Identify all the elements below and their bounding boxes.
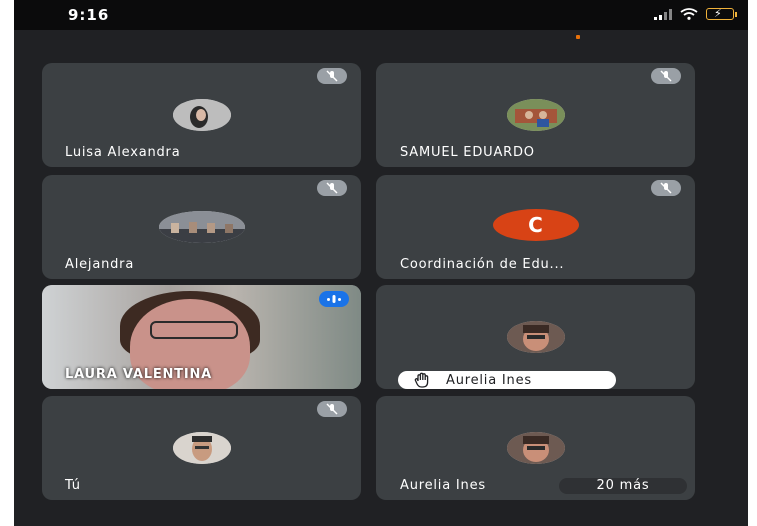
charging-icon: ⚡ [714, 7, 722, 20]
mic-off-icon [651, 68, 681, 84]
speaking-indicator-icon [319, 291, 349, 307]
participant-tile-overflow[interactable]: Aurelia Ines 20 más [376, 396, 695, 500]
participant-tile[interactable]: SAMUEL EDUARDO [376, 63, 695, 167]
participant-tile[interactable]: Alejandra [42, 175, 361, 279]
raised-hand-icon [414, 372, 434, 388]
camera-indicator-icon [576, 35, 580, 39]
battery-icon: ⚡ [706, 7, 737, 20]
participant-tile-self[interactable]: Tú [42, 396, 361, 500]
status-bar: 9:16 ⚡ [14, 0, 748, 30]
avatar [158, 211, 245, 243]
wifi-icon [680, 8, 698, 20]
participant-name: LAURA VALENTINA [65, 367, 213, 382]
participant-name: SAMUEL EDUARDO [400, 145, 535, 160]
avatar [506, 432, 565, 464]
avatar [172, 432, 231, 464]
participant-name: Luisa Alexandra [65, 145, 181, 160]
letter-avatar: C [492, 209, 579, 241]
participant-name: Tú [65, 478, 81, 493]
participant-tile[interactable]: Aurelia Ines [376, 285, 695, 389]
participant-video-tile[interactable]: LAURA VALENTINA [42, 285, 361, 389]
participant-tile[interactable]: C Coordinación de Edu... [376, 175, 695, 279]
participant-name: Aurelia Ines [400, 478, 486, 493]
signal-icon [654, 8, 672, 20]
mic-off-icon [317, 68, 347, 84]
avatar [506, 321, 565, 353]
hand-raised-badge: Aurelia Ines [398, 371, 616, 389]
clock: 9:16 [68, 6, 110, 24]
participant-name: Alejandra [65, 257, 135, 272]
participant-tile[interactable]: Luisa Alexandra [42, 63, 361, 167]
status-icons: ⚡ [654, 7, 737, 20]
mic-off-icon [317, 401, 347, 417]
participant-name: Coordinación de Edu... [400, 257, 565, 272]
mic-off-icon [317, 180, 347, 196]
meeting-screen: 9:16 ⚡ Luisa Alexandra SAMUEL EDUARDO Al… [14, 0, 748, 526]
avatar [506, 99, 565, 131]
hand-raised-name: Aurelia Ines [446, 372, 532, 388]
more-participants-badge[interactable]: 20 más [559, 478, 687, 494]
mic-off-icon [651, 180, 681, 196]
avatar [172, 99, 231, 131]
